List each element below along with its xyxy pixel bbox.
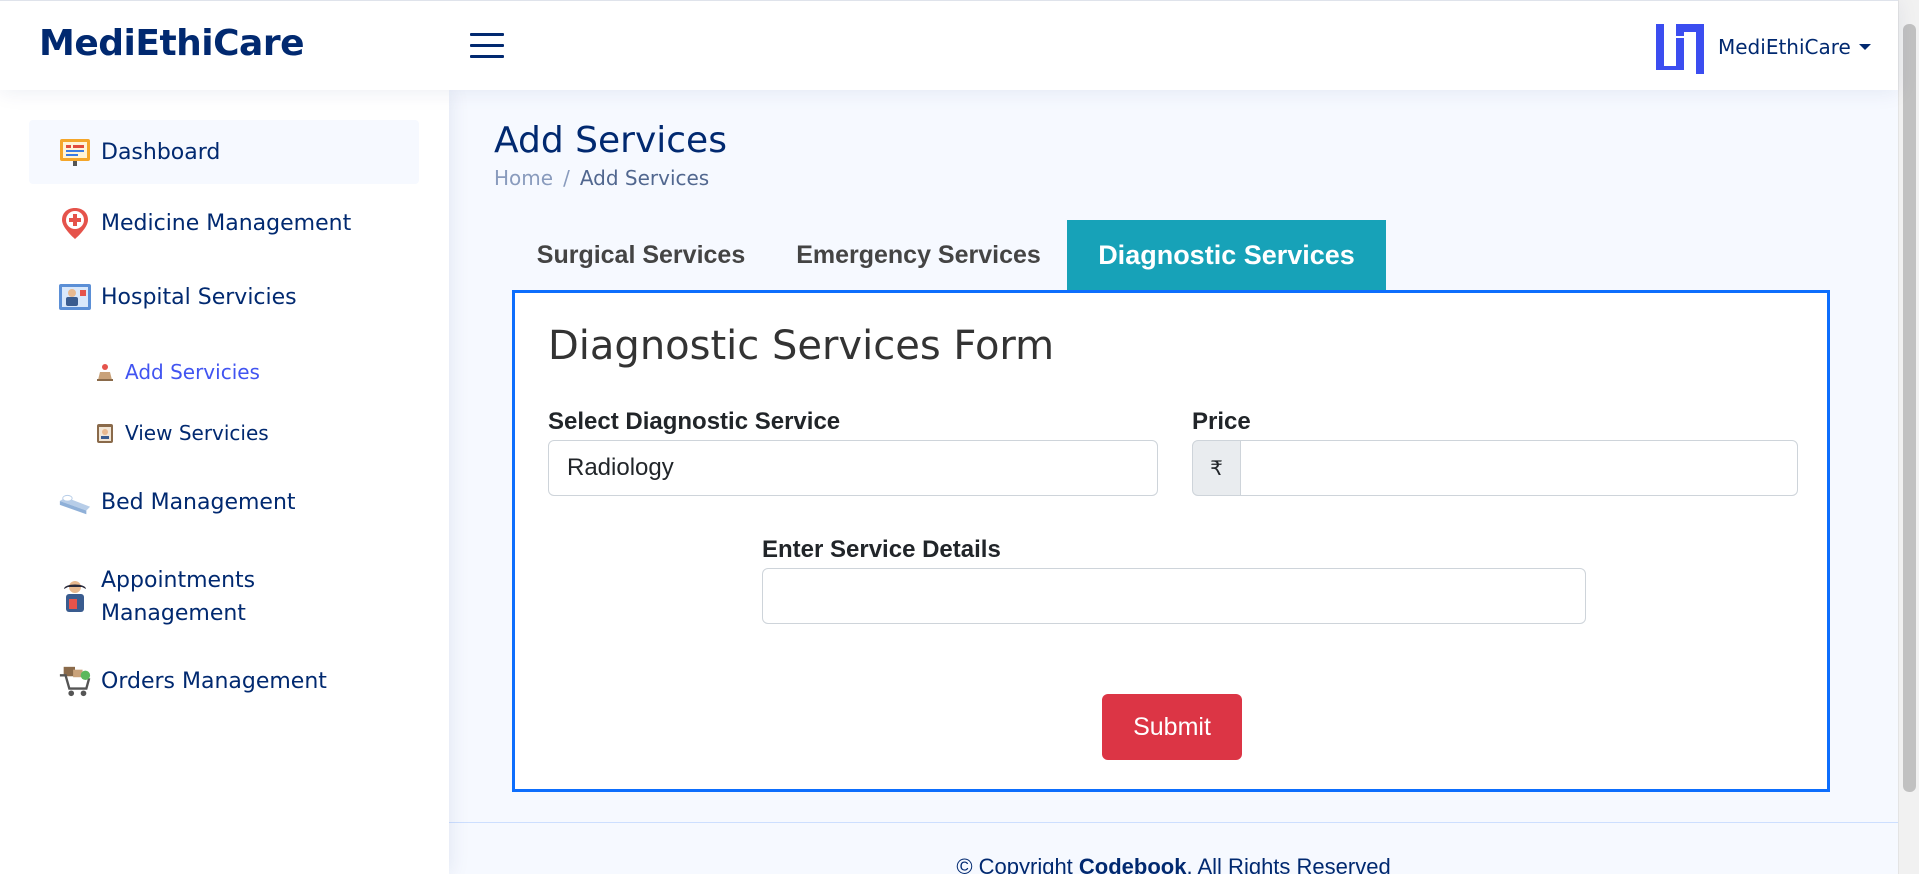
service-select-label: Select Diagnostic Service [548,408,841,435]
medicine-icon [58,206,92,240]
sidebar-item-dashboard[interactable]: Dashboard [29,120,419,184]
breadcrumb-current: Add Services [579,166,710,190]
view-service-icon [94,422,116,444]
sidebar-item-label: Appointments Management [101,568,256,626]
footer: © Copyright Codebook. All Rights Reserve… [449,854,1898,874]
tab-diagnostic-services[interactable]: Diagnostic Services [1067,220,1386,290]
hospital-icon [58,280,92,314]
sidebar-item-label: Bed Management [101,489,296,515]
form-title: Diagnostic Services Form [548,323,1055,369]
sidebar-item-bed-management[interactable]: Bed Management [29,477,419,527]
sidebar-item-label: Dashboard [101,139,221,165]
breadcrumb-separator: / [563,166,570,190]
top-header: MediEthiCare MediEthiCare [0,0,1898,90]
tab-emergency-services[interactable]: Emergency Services [770,220,1067,290]
price-input[interactable] [1240,440,1798,496]
profile-dropdown[interactable]: MediEthiCare [1654,19,1871,75]
submit-button[interactable]: Submit [1102,694,1242,760]
bed-icon [58,485,92,519]
sidebar-subitem-label: Add Servicies [125,360,260,384]
sidebar-item-label: Medicine Management [101,210,352,236]
company-logo-icon [1656,24,1704,74]
dashboard-icon [58,135,92,169]
page-scrollbar[interactable] [1898,0,1919,874]
chevron-down-icon [1858,44,1871,50]
cart-icon [58,664,92,698]
diagnostic-service-select[interactable]: Radiology [548,440,1158,496]
scrollbar-thumb[interactable] [1903,24,1916,792]
sidebar-item-appointments-management[interactable]: Appointments Management [29,562,419,632]
add-service-icon [94,361,116,383]
footer-prefix: © Copyright [956,854,1073,874]
appointment-icon [58,580,92,614]
footer-suffix: . All Rights Reserved [1186,854,1391,874]
footer-divider [449,822,1898,823]
footer-company: Codebook [1078,854,1187,874]
service-details-label: Enter Service Details [762,536,1001,563]
sidebar-subitem-label: View Servicies [125,421,269,445]
rupee-currency-icon: ₹ [1192,440,1241,496]
diagnostic-services-form: Diagnostic Services Form Select Diagnost… [512,290,1830,792]
sidebar: Dashboard Medicine Management Hospital S… [0,90,449,874]
sidebar-subitem-add-servicies[interactable]: Add Servicies [94,360,260,384]
page-title: Add Services [494,120,727,161]
breadcrumb-home[interactable]: Home [494,166,553,190]
price-label: Price [1192,408,1251,435]
sidebar-subitem-view-servicies[interactable]: View Servicies [94,421,269,445]
sidebar-item-medicine-management[interactable]: Medicine Management [29,198,419,248]
service-details-input[interactable] [762,568,1586,624]
tab-surgical-services[interactable]: Surgical Services [512,220,770,290]
sidebar-item-label: Hospital Servicies [101,284,297,310]
brand-logo-text[interactable]: MediEthiCare [39,23,305,64]
breadcrumb: Home / Add Services [494,166,709,190]
menu-toggle-icon[interactable] [470,31,506,61]
sidebar-item-orders-management[interactable]: Orders Management [29,656,419,706]
profile-name: MediEthiCare [1718,35,1851,59]
sidebar-item-label: Orders Management [101,668,327,694]
sidebar-item-hospital-servicies[interactable]: Hospital Servicies [29,272,419,322]
